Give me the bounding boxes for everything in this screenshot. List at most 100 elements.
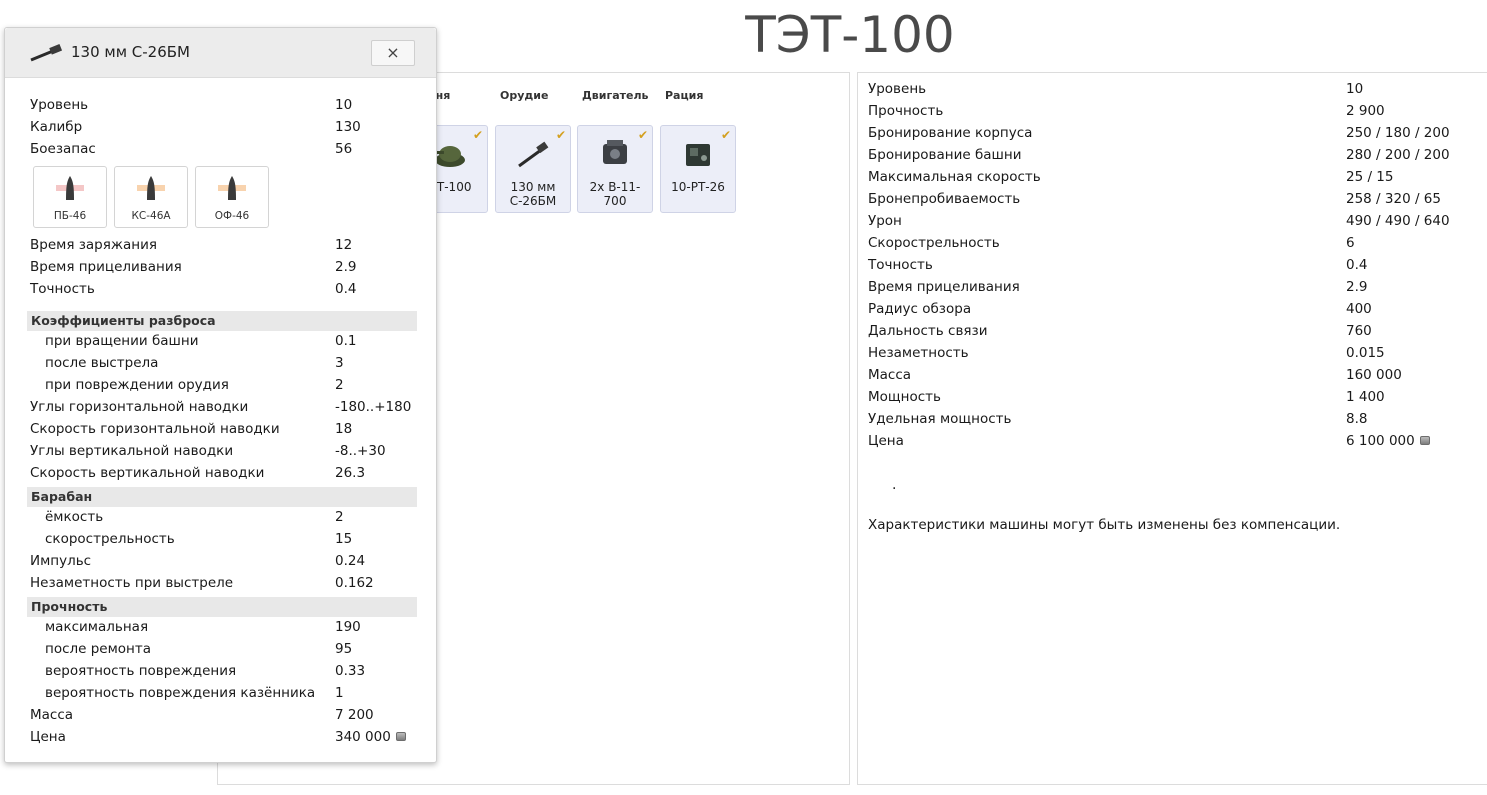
stat-label: Уровень <box>868 81 927 97</box>
stat-value: 160 000 <box>1346 367 1402 383</box>
stat-label: Масса <box>30 707 74 723</box>
stat-label: Масса <box>868 367 912 383</box>
stat-label: скорострельность <box>45 531 175 547</box>
page-title: ТЭТ-100 <box>745 6 955 64</box>
module-card-engine[interactable]: ✔ 2х В-11-700 <box>577 125 653 213</box>
stat-row: Прочность 2 900 <box>868 103 1487 125</box>
stat-value-text: 10 <box>335 97 353 113</box>
stat-value: 1 400 <box>1346 389 1385 405</box>
popup-header: 130 мм С-26БМ × <box>5 28 436 78</box>
stat-row: Урон 490 / 490 / 640 <box>868 213 1487 235</box>
stat-value-text: 130 <box>335 119 361 135</box>
module-header-engine: Двигатель <box>582 89 649 102</box>
stat-row: Незаметность 0.015 <box>868 345 1487 367</box>
stat-value-text: 250 / 180 / 200 <box>1346 125 1450 141</box>
stat-value: 25 / 15 <box>1346 169 1394 185</box>
stat-value: 3 <box>335 355 344 371</box>
stat-row: ёмкость 2 <box>30 509 417 531</box>
section-durability: Прочность <box>27 597 417 617</box>
stat-value: 190 <box>335 619 361 635</box>
stat-value-text: 2.9 <box>1346 279 1368 295</box>
stat-label: Время прицеливания <box>30 259 182 275</box>
ammo-card-pb46[interactable]: ПБ-46 <box>33 166 107 228</box>
stat-value-text: 190 <box>335 619 361 635</box>
module-card-gun[interactable]: ✔ 130 мм С-26БМ <box>495 125 571 213</box>
stat-row: Время прицеливания 2.9 <box>30 259 417 281</box>
stat-row: скорострельность 15 <box>30 531 417 553</box>
ammo-card-ks46a[interactable]: КС-46А <box>114 166 188 228</box>
stat-value: 0.24 <box>335 553 365 569</box>
stat-row: Дальность связи 760 <box>868 323 1487 345</box>
ammo-card-of46[interactable]: ОФ-46 <box>195 166 269 228</box>
stat-value-text: 25 / 15 <box>1346 169 1394 185</box>
stat-label: Радиус обзора <box>868 301 972 317</box>
stat-value-text: 12 <box>335 237 353 253</box>
stat-row: Мощность 1 400 <box>868 389 1487 411</box>
stat-row: после ремонта 95 <box>30 641 417 663</box>
stat-value: 0.4 <box>1346 257 1367 273</box>
stat-label: Незаметность <box>868 345 969 361</box>
stat-label: Дальность связи <box>868 323 988 339</box>
stat-value: 258 / 320 / 65 <box>1346 191 1441 207</box>
turret-icon <box>434 146 465 167</box>
stat-value: 280 / 200 / 200 <box>1346 147 1450 163</box>
stat-label: Максимальная скорость <box>868 169 1041 185</box>
stat-row: максимальная 190 <box>30 619 417 641</box>
stat-value-text: 340 000 <box>335 729 391 745</box>
stat-value: 12 <box>335 237 352 253</box>
stat-value-text: 8.8 <box>1346 411 1368 427</box>
stat-row: Уровень 10 <box>868 81 1487 103</box>
credits-icon <box>395 732 406 741</box>
stat-value: 2.9 <box>1346 279 1367 295</box>
module-card-radio[interactable]: ✔ 10-РТ-26 <box>660 125 736 213</box>
stat-row: Максимальная скорость 25 / 15 <box>868 169 1487 191</box>
stat-value: 2.9 <box>335 259 356 275</box>
stat-row: Цена 340 000 <box>30 729 417 751</box>
stat-row: после выстрела 3 <box>30 355 417 377</box>
stat-row: Бронепробиваемость 258 / 320 / 65 <box>868 191 1487 213</box>
stat-label: Бронирование башни <box>868 147 1022 163</box>
stat-label: Бронирование корпуса <box>868 125 1033 141</box>
stat-value-text: 490 / 490 / 640 <box>1346 213 1450 229</box>
stat-label: после выстрела <box>45 355 159 371</box>
stat-label: Время заряжания <box>30 237 158 253</box>
stat-value: 130 <box>335 119 361 135</box>
stat-value: 2 <box>335 377 344 393</box>
stat-row: Бронирование башни 280 / 200 / 200 <box>868 147 1487 169</box>
module-label: 130 мм С-26БМ <box>509 180 557 208</box>
disclaimer-text: Характеристики машины могут быть изменен… <box>868 517 1341 533</box>
stat-row: Точность 0.4 <box>868 257 1487 279</box>
stat-row: Радиус обзора 400 <box>868 301 1487 323</box>
gun-icon <box>518 141 549 168</box>
stat-label: Цена <box>30 729 66 745</box>
close-button[interactable]: × <box>371 40 415 66</box>
stat-row: Время заряжания 12 <box>30 237 417 259</box>
stat-label: Уровень <box>30 97 89 113</box>
module-label: 10-РТ-26 <box>671 180 725 194</box>
shell-icon <box>218 176 246 200</box>
stat-label: Бронепробиваемость <box>868 191 1021 207</box>
stat-value-text: 760 <box>1346 323 1372 339</box>
stat-value: 2 900 <box>1346 103 1385 119</box>
stat-value: 0.33 <box>335 663 365 679</box>
stat-value: 10 <box>1346 81 1363 97</box>
stat-value-text: 95 <box>335 641 353 657</box>
gun-details-popup: 130 мм С-26БМ × Уровень 10 Калибр 130 Боезап… <box>4 27 437 763</box>
shell-icon <box>137 176 165 200</box>
stat-value: 26.3 <box>335 465 365 481</box>
stat-value: 6 100 000 <box>1346 433 1430 449</box>
stat-label: Мощность <box>868 389 941 405</box>
stat-value-text: 160 000 <box>1346 367 1402 383</box>
stat-value-text: 2 <box>335 509 344 525</box>
stat-row: вероятность повреждения 0.33 <box>30 663 417 685</box>
module-label: 2х В-11-700 <box>589 180 641 208</box>
stat-label: Точность <box>868 257 933 273</box>
stat-value: 2 <box>335 509 344 525</box>
stat-value: 0.1 <box>335 333 356 349</box>
stat-row: Время прицеливания 2.9 <box>868 279 1487 301</box>
stat-value-text: 3 <box>335 355 344 371</box>
vehicle-stats-panel: Уровень 10 Прочность 2 900 Бронирование корп… <box>857 72 1487 785</box>
stat-label: Углы горизонтальной наводки <box>30 399 249 415</box>
stat-label: Импульс <box>30 553 92 569</box>
stat-value: 8.8 <box>1346 411 1367 427</box>
